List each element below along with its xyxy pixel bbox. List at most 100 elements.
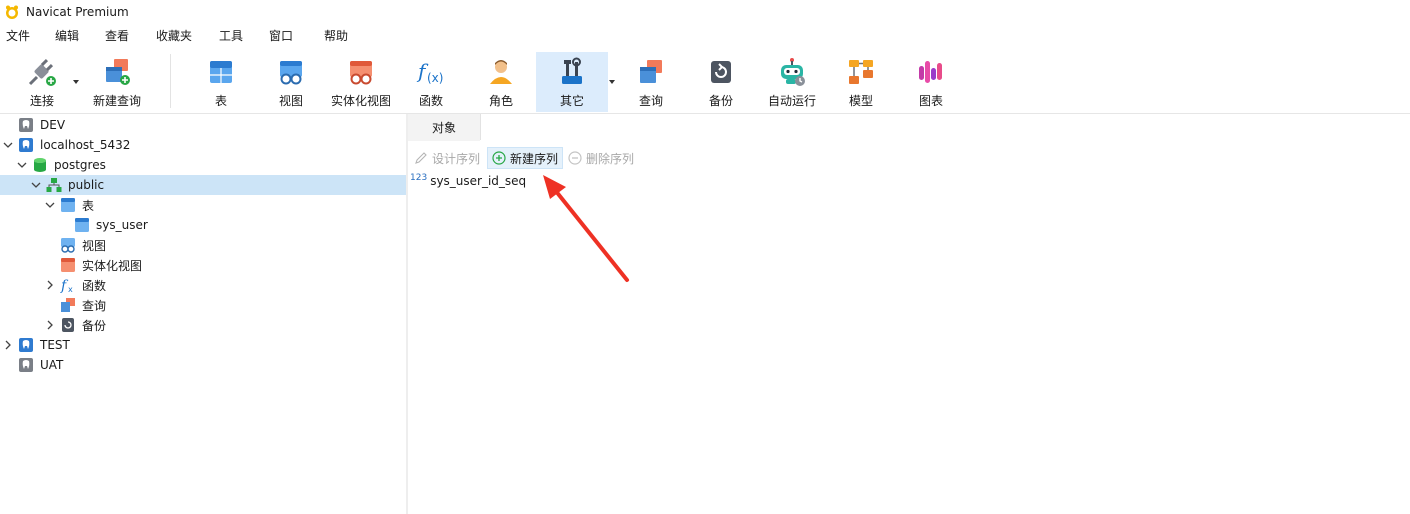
tree-item-test[interactable]: TEST [0, 335, 406, 355]
backup-label: 备份 [708, 94, 733, 108]
window-title: Navicat Premium [26, 5, 129, 19]
menu-edit[interactable]: 编辑 [55, 24, 79, 48]
chart-icon [919, 61, 942, 83]
model-icon [849, 60, 873, 84]
new-sequence-button[interactable]: 新建序列 [487, 147, 564, 169]
plug-icon [28, 58, 56, 86]
tree-label: public [68, 178, 105, 192]
tree-label: sys_user [96, 218, 148, 232]
auto-run-label: 自动运行 [767, 94, 816, 108]
tab-objects[interactable]: 对象 [408, 114, 480, 141]
tab-strip-empty [480, 114, 1410, 140]
menu-file[interactable]: 文件 [6, 24, 30, 48]
materialized-view-button[interactable]: 实体化视图 [328, 52, 394, 112]
menu-tools[interactable]: 工具 [219, 24, 243, 48]
navigation-tree: DEV localhost_5432 postgres public 表 sys… [0, 114, 406, 514]
chevron-right-icon[interactable] [45, 280, 55, 290]
chart-label: 图表 [918, 94, 943, 108]
function-label: 函数 [418, 94, 443, 108]
chart-button[interactable]: 图表 [904, 52, 958, 112]
chevron-down-icon[interactable] [45, 200, 55, 210]
tree-item-tables[interactable]: 表 [0, 195, 406, 215]
table-icon [75, 218, 89, 232]
tree-item-functions[interactable]: f x 函数 [0, 275, 406, 295]
pencil-icon [415, 152, 427, 164]
materialized-view-icon [61, 258, 75, 272]
view-label: 视图 [278, 94, 303, 108]
menu-help[interactable]: 帮助 [324, 24, 348, 48]
navicat-logo-icon [6, 5, 18, 19]
schema-icon [46, 178, 62, 192]
chevron-down-icon[interactable] [72, 78, 80, 86]
role-label: 角色 [488, 94, 513, 108]
menu-view[interactable]: 查看 [105, 24, 129, 48]
object-pane: 对象 设计序列 新建序列 删除序列 123 sys_user_id_seq [408, 114, 1410, 514]
tree-item-views[interactable]: 视图 [0, 235, 406, 255]
function-button[interactable]: f (x) 函数 [404, 52, 458, 112]
tree-label: 实体化视图 [82, 258, 143, 273]
chevron-down-icon[interactable] [31, 180, 41, 190]
table-label: 表 [214, 94, 227, 108]
sequence-name: sys_user_id_seq [430, 174, 527, 188]
object-toolbar: 设计序列 新建序列 删除序列 [408, 146, 1410, 170]
menu-window[interactable]: 窗口 [269, 24, 293, 48]
postgresql-server-icon [19, 138, 33, 152]
tree-label: 表 [82, 198, 95, 213]
query-icon [61, 298, 75, 312]
remove-circle-icon [568, 151, 582, 165]
table-icon [61, 198, 75, 212]
tree-label: 备份 [82, 318, 107, 333]
connect-button[interactable]: 连接 [14, 52, 70, 112]
new-query-button[interactable]: 新建查询 [88, 52, 146, 112]
chevron-right-icon[interactable] [45, 320, 55, 330]
tools-icon [562, 57, 582, 84]
other-button[interactable]: 其它 [536, 52, 608, 112]
menu-favorites[interactable]: 收藏夹 [156, 24, 192, 48]
main-toolbar: 连接 新建查询 表 视图 实体化视图 f (x) 函数 角色 其它 查询 备份 … [0, 48, 1410, 114]
tree-item-postgres[interactable]: postgres [0, 155, 406, 175]
model-label: 模型 [848, 94, 873, 108]
delete-sequence-button[interactable]: 删除序列 [568, 147, 634, 169]
tree-item-sys-user[interactable]: sys_user [0, 215, 406, 235]
tree-item-queries[interactable]: 查询 [0, 295, 406, 315]
other-label: 其它 [559, 94, 584, 108]
tree-label: TEST [40, 338, 70, 352]
chevron-down-icon[interactable] [3, 140, 13, 150]
add-circle-icon [492, 151, 506, 165]
tree-item-materialized-views[interactable]: 实体化视图 [0, 255, 406, 275]
function-icon: f (x) [416, 59, 443, 85]
connect-label: 连接 [29, 94, 54, 108]
backup-button[interactable]: 备份 [694, 52, 748, 112]
view-button[interactable]: 视图 [264, 52, 318, 112]
table-button[interactable]: 表 [194, 52, 248, 112]
tree-label: 视图 [82, 238, 107, 253]
backup-icon [62, 318, 74, 332]
tree-item-uat[interactable]: UAT [0, 355, 406, 375]
postgresql-server-icon [19, 358, 33, 372]
view-icon [280, 61, 302, 85]
chevron-down-icon[interactable] [17, 160, 27, 170]
title-bar: Navicat Premium [0, 0, 1410, 24]
tree-item-dev[interactable]: DEV [0, 115, 406, 135]
tree-item-backups[interactable]: 备份 [0, 315, 406, 335]
tree-item-public[interactable]: public [0, 175, 406, 195]
svg-text:x: x [68, 285, 73, 293]
chevron-down-icon[interactable] [608, 78, 616, 86]
model-button[interactable]: 模型 [834, 52, 888, 112]
chevron-right-icon[interactable] [3, 340, 13, 350]
tree-label: DEV [40, 118, 66, 132]
role-button[interactable]: 角色 [474, 52, 528, 112]
svg-text:(x): (x) [427, 71, 443, 85]
query-button[interactable]: 查询 [624, 52, 678, 112]
delete-sequence-label: 删除序列 [586, 151, 635, 166]
robot-icon [781, 58, 805, 86]
list-item[interactable]: 123 sys_user_id_seq [410, 172, 526, 190]
function-icon: f x [60, 278, 73, 293]
query-label: 查询 [638, 94, 663, 108]
postgresql-server-icon [19, 338, 33, 352]
database-icon [34, 158, 46, 172]
tree-item-localhost[interactable]: localhost_5432 [0, 135, 406, 155]
design-sequence-button[interactable]: 设计序列 [414, 147, 480, 169]
auto-run-button[interactable]: 自动运行 [762, 52, 822, 112]
sequence-icon: 123 [410, 173, 428, 183]
